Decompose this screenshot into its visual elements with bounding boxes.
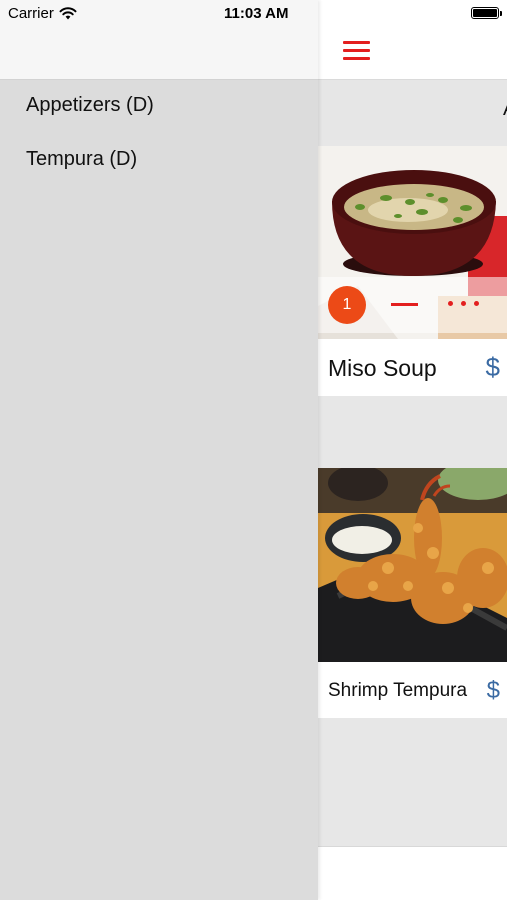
category-title: A <box>503 98 507 121</box>
item-name: Shrimp Tempura <box>328 680 468 701</box>
side-drawer: Carrier 11:03 AM Appetizers (D) Tempura … <box>0 0 318 900</box>
main-header <box>318 0 507 80</box>
item-action-bar: 1 <box>318 277 507 333</box>
price-icon: $ <box>485 352 500 382</box>
menu-item-card[interactable]: Shrimp Tempura $ <box>318 468 507 718</box>
app-screen: Carrier 11:03 AM Appetizers (D) Tempura … <box>0 0 507 900</box>
main-content: A <box>318 0 507 900</box>
hamburger-menu-icon[interactable] <box>343 41 370 61</box>
decrease-quantity-button[interactable] <box>391 303 418 306</box>
quantity-badge: 1 <box>328 286 366 324</box>
shrimp-tempura-photo <box>318 468 507 662</box>
status-carrier-group: Carrier <box>8 5 77 22</box>
price-icon: $ <box>486 677 500 704</box>
menu-item-card[interactable]: 1 Miso Soup $ <box>318 146 507 396</box>
category-header: A <box>318 80 507 140</box>
item-name: Miso Soup <box>328 355 437 381</box>
drawer-header: Carrier 11:03 AM <box>0 0 318 80</box>
battery-icon <box>471 7 502 19</box>
wifi-icon <box>59 7 77 20</box>
drawer-item-tempura[interactable]: Tempura (D) <box>26 148 137 171</box>
drawer-item-appetizers[interactable]: Appetizers (D) <box>26 94 154 117</box>
status-time: 11:03 AM <box>224 5 289 22</box>
bottom-bar <box>318 846 507 900</box>
more-options-icon[interactable] <box>448 299 480 309</box>
carrier-label: Carrier <box>8 5 54 22</box>
